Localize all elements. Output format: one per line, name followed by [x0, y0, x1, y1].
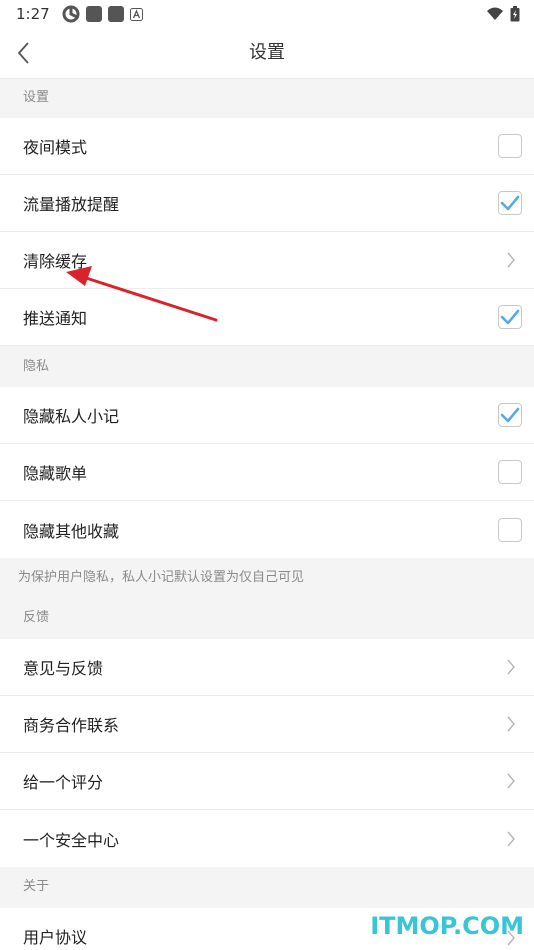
check-icon	[500, 309, 520, 325]
chevron-right-icon	[507, 831, 515, 846]
hide-other-favorites-checkbox[interactable]	[498, 517, 522, 542]
a-icon	[129, 7, 143, 21]
row-label: 给一个评分	[23, 773, 104, 792]
row-push-notification[interactable]: 推送通知	[0, 289, 534, 346]
row-feedback[interactable]: 意见与反馈	[0, 639, 534, 696]
status-time: 1:27	[16, 5, 50, 23]
row-label: 隐藏歌单	[23, 464, 88, 483]
hide-private-notes-checkbox[interactable]	[498, 403, 522, 427]
privacy-note: 为保护用户隐私，私人小记默认设置为仅自己可见	[18, 570, 305, 585]
row-label: 用户协议	[23, 928, 88, 947]
row-label: 推送通知	[23, 309, 88, 328]
row-business-contact[interactable]: 商务合作联系	[0, 696, 534, 753]
row-label: 隐藏私人小记	[23, 407, 120, 426]
row-hide-private-notes[interactable]: 隐藏私人小记	[0, 387, 534, 444]
section-header-settings: 设置	[0, 79, 534, 117]
section-header-privacy: 隐私	[0, 347, 534, 386]
app-icon-1	[62, 5, 80, 23]
row-label: 清除缓存	[23, 252, 88, 271]
status-bar: 1:27	[0, 0, 534, 28]
nav-bar: 设置	[0, 28, 534, 79]
data-play-reminder-checkbox[interactable]	[498, 191, 522, 215]
row-label: 商务合作联系	[23, 716, 120, 735]
page-title: 设置	[249, 42, 285, 63]
row-clear-cache[interactable]: 清除缓存	[0, 232, 534, 289]
chevron-right-icon	[507, 252, 515, 268]
push-notification-checkbox[interactable]	[498, 305, 522, 329]
row-security-center[interactable]: 一个安全中心	[0, 810, 534, 867]
check-icon	[500, 407, 520, 423]
row-hide-playlists[interactable]: 隐藏歌单	[0, 444, 534, 501]
app-icon-2	[85, 6, 102, 22]
chevron-right-icon	[507, 659, 515, 675]
row-label: 意见与反馈	[23, 659, 104, 678]
app-icon-3	[107, 6, 124, 22]
night-mode-checkbox[interactable]	[498, 134, 522, 158]
status-icons	[62, 5, 143, 23]
row-label: 隐藏其他收藏	[23, 521, 120, 541]
section-header-feedback: 反馈	[0, 598, 534, 638]
row-hide-other-favorites[interactable]: 隐藏其他收藏	[0, 501, 534, 558]
row-rate-app[interactable]: 给一个评分	[0, 753, 534, 810]
row-night-mode[interactable]: 夜间模式	[0, 118, 534, 175]
wifi-icon	[487, 7, 503, 20]
section-header-about: 关于	[0, 867, 534, 907]
row-label: 一个安全中心	[23, 830, 120, 850]
row-data-play-reminder[interactable]: 流量播放提醒	[0, 175, 534, 232]
chevron-right-icon	[507, 716, 515, 732]
chevron-right-icon	[507, 773, 515, 789]
watermark: ITMOP.COM	[370, 912, 524, 940]
status-right	[486, 6, 520, 22]
check-icon	[500, 195, 520, 211]
row-label: 夜间模式	[23, 138, 88, 157]
hide-playlists-checkbox[interactable]	[498, 460, 522, 484]
row-label: 流量播放提醒	[23, 195, 120, 214]
battery-icon	[510, 6, 520, 22]
